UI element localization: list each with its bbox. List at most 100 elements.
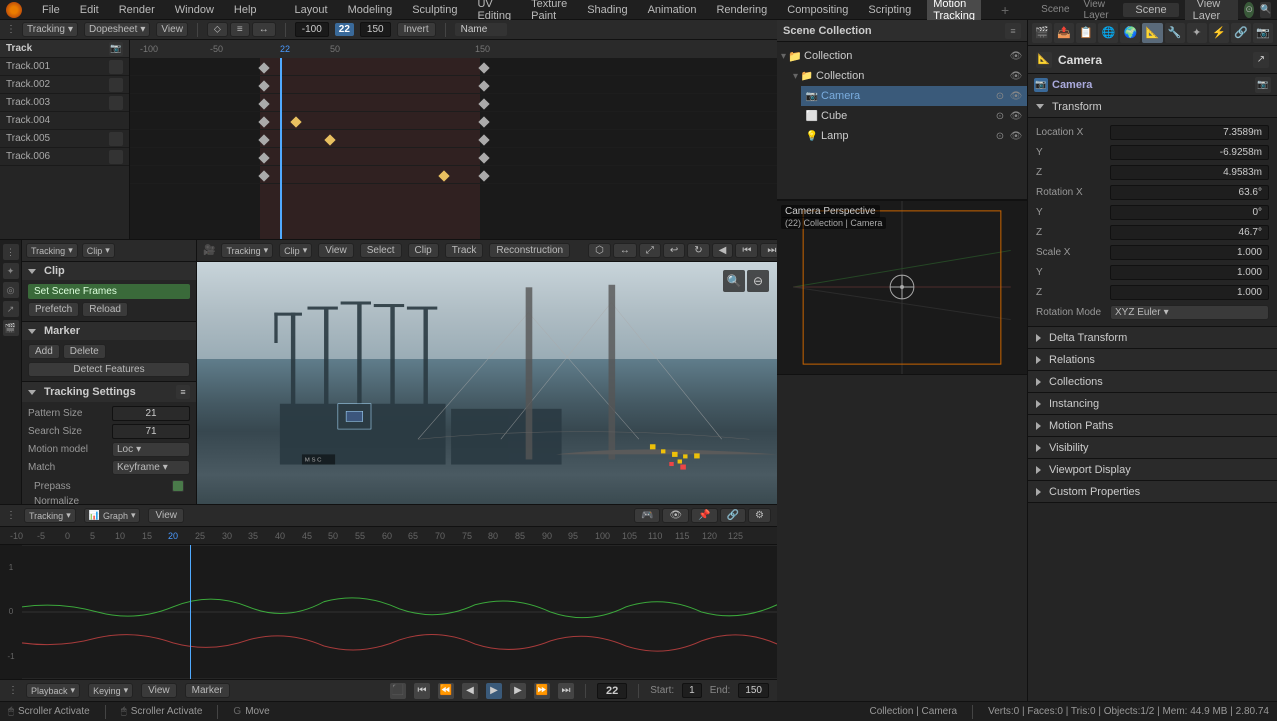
playback-dropdown[interactable]: Playback ▾: [26, 683, 80, 698]
dopesheet-mode-dropdown[interactable]: Dopesheet ▾: [84, 22, 150, 37]
track-timeline[interactable]: -100 -50 22 50 150: [130, 40, 777, 239]
delete-marker-btn[interactable]: Delete: [63, 344, 106, 359]
clip-tool-4[interactable]: ↩: [663, 243, 685, 258]
pb-view-btn[interactable]: View: [141, 683, 177, 698]
clip-section-header[interactable]: Clip: [22, 262, 196, 280]
menu-help[interactable]: Help: [230, 4, 261, 16]
props-camera-icon[interactable]: 📷: [1255, 77, 1271, 93]
collection-root[interactable]: ▾ 📁 Collection 👁: [777, 46, 1027, 66]
solve-icon[interactable]: ◎: [3, 282, 19, 298]
clip-tracking-dropdown[interactable]: Tracking ▾: [26, 243, 78, 258]
clip-tool-7[interactable]: ⏮: [735, 243, 758, 258]
eye-nested[interactable]: 👁: [1009, 69, 1023, 83]
clip-tool-1[interactable]: ⬡: [588, 243, 611, 258]
clip-track-btn[interactable]: Track: [445, 243, 484, 258]
motion-paths-header[interactable]: Motion Paths: [1028, 415, 1277, 437]
clip-reconstruction-btn[interactable]: Reconstruction: [489, 243, 570, 258]
data-props-icon[interactable]: 📷: [1253, 23, 1273, 43]
filter-btn[interactable]: ≡: [230, 22, 250, 37]
track-002[interactable]: Track.002: [0, 76, 129, 94]
menu-window[interactable]: Window: [171, 4, 218, 16]
current-frame-field[interactable]: 22: [335, 23, 354, 36]
scale-y-val[interactable]: 1.000: [1110, 265, 1269, 280]
frame-end-field[interactable]: 150: [360, 22, 391, 37]
graph-tracking-dropdown[interactable]: Tracking ▾: [24, 508, 76, 523]
camera-row[interactable]: 📷 Camera ⊙ 👁: [801, 86, 1027, 106]
scene-dropdown[interactable]: Scene: [1037, 4, 1073, 15]
frame-start-field[interactable]: -100: [295, 22, 329, 37]
track-006[interactable]: Track.006: [0, 148, 129, 166]
render-props-icon[interactable]: 🎬: [1032, 23, 1052, 43]
visibility-header[interactable]: Visibility: [1028, 437, 1277, 459]
tracking-dropdown[interactable]: Tracking ▾: [22, 22, 78, 37]
workspace-texture-paint[interactable]: Texture Paint: [527, 0, 571, 22]
next-frame-btn[interactable]: ⏩: [534, 683, 550, 699]
workspace-rendering[interactable]: Rendering: [712, 4, 771, 16]
workspace-scripting[interactable]: Scripting: [864, 4, 915, 16]
outliner-filter-icon[interactable]: ≡: [1005, 23, 1021, 39]
view-dropdown[interactable]: View: [156, 22, 188, 37]
clip-tool-8[interactable]: ⏭: [760, 243, 777, 258]
add-marker-btn[interactable]: Add: [28, 344, 60, 359]
eye-lamp[interactable]: 👁: [1009, 129, 1023, 143]
tracking-settings-header[interactable]: Tracking Settings ≡: [22, 382, 196, 402]
track-003[interactable]: Track.003: [0, 94, 129, 112]
prepass-checkbox[interactable]: [172, 480, 184, 492]
motion-model-dropdown[interactable]: Loc ▾: [112, 442, 190, 457]
pattern-size-value[interactable]: 21: [112, 406, 190, 421]
physics-props-icon[interactable]: ⚡: [1209, 23, 1229, 43]
eye-cube[interactable]: 👁: [1009, 109, 1023, 123]
clip-editor-mode[interactable]: Tracking ▾: [221, 243, 273, 258]
keying-dropdown[interactable]: Keying ▾: [88, 683, 133, 698]
play-btn[interactable]: ▶: [486, 683, 502, 699]
graph-tool-1[interactable]: 🎮: [634, 508, 660, 523]
next-keyframe-btn[interactable]: ▶: [510, 683, 526, 699]
prefetch-btn[interactable]: Prefetch: [28, 302, 79, 317]
clip-name-dropdown[interactable]: Clip ▾: [279, 243, 312, 258]
add-workspace-icon[interactable]: +: [997, 2, 1013, 18]
match-dropdown[interactable]: Keyframe ▾: [112, 460, 190, 475]
rotation-x-val[interactable]: 63.6°: [1110, 185, 1269, 200]
constraints-props-icon[interactable]: 🔗: [1231, 23, 1251, 43]
rotation-y-val[interactable]: 0°: [1110, 205, 1269, 220]
zoom-in-btn[interactable]: 🔍: [723, 270, 745, 292]
set-scene-frames-btn[interactable]: Set Scene Frames: [28, 284, 190, 299]
clip-select-btn[interactable]: Select: [360, 243, 402, 258]
graph-tool-2[interactable]: 👁: [662, 508, 689, 523]
menu-edit[interactable]: Edit: [76, 4, 103, 16]
workspace-shading[interactable]: Shading: [583, 4, 631, 16]
graph-view-btn[interactable]: View: [148, 508, 184, 523]
clip-clip-btn[interactable]: Clip: [408, 243, 439, 258]
name-filter[interactable]: Name: [455, 23, 508, 36]
graph-tool-5[interactable]: ⚙: [748, 508, 771, 523]
workspace-modeling[interactable]: Modeling: [344, 4, 397, 16]
start-frame-field[interactable]: 1: [682, 683, 702, 698]
search-icon[interactable]: 🔍: [1260, 2, 1271, 18]
view-layer-dropdown[interactable]: View Layer: [1080, 0, 1118, 21]
clip-dropdown[interactable]: Clip ▾: [82, 243, 115, 258]
eye-camera[interactable]: 👁: [1009, 89, 1023, 103]
workspace-uv-editing[interactable]: UV Editing: [473, 0, 515, 22]
pb-marker-btn[interactable]: Marker: [185, 683, 230, 698]
clip-view-btn[interactable]: View: [318, 243, 354, 258]
custom-properties-header[interactable]: Custom Properties: [1028, 481, 1277, 503]
rotation-mode-dropdown[interactable]: XYZ Euler ▾: [1110, 305, 1269, 320]
clip-image-view[interactable]: 🎥 Tracking ▾ Clip ▾ View Select Clip Tra…: [197, 240, 777, 504]
track-005[interactable]: Track.005: [0, 130, 129, 148]
first-frame-btn[interactable]: ⏮: [414, 683, 430, 699]
location-x-val[interactable]: 7.3589m: [1110, 125, 1269, 140]
search-size-value[interactable]: 71: [112, 424, 190, 439]
workspace-animation[interactable]: Animation: [644, 4, 701, 16]
orient-icon[interactable]: ↗: [3, 301, 19, 317]
output-props-icon[interactable]: 📤: [1054, 23, 1074, 43]
scene-icon[interactable]: 🎬: [3, 320, 19, 336]
world-props-icon[interactable]: 🌍: [1120, 23, 1140, 43]
lamp-row[interactable]: 💡 Lamp ⊙ 👁: [801, 126, 1027, 146]
clip-icon[interactable]: ⋮: [3, 244, 19, 260]
current-frame-display[interactable]: 22: [597, 683, 627, 699]
modifier-props-icon[interactable]: 🔧: [1165, 23, 1185, 43]
zoom-out-btn[interactable]: ⊖: [747, 270, 769, 292]
detect-features-btn[interactable]: Detect Features: [28, 362, 190, 377]
prev-frame-btn[interactable]: ⏪: [438, 683, 454, 699]
marker-section-header[interactable]: Marker: [22, 322, 196, 340]
